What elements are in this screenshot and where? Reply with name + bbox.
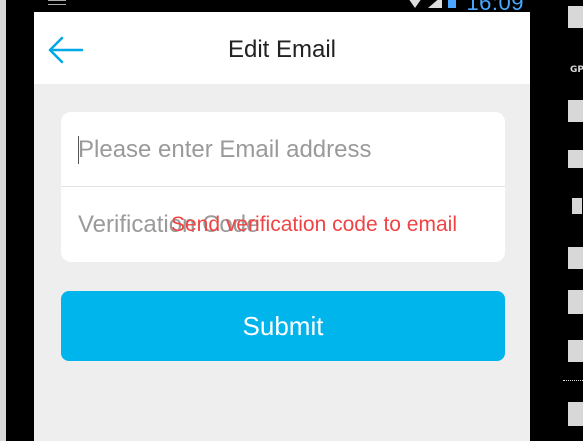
wifi-toggle-icon[interactable] — [568, 290, 583, 314]
app-header: Edit Email — [34, 12, 530, 84]
status-icons — [408, 0, 456, 8]
gps-label: GPS — [570, 65, 583, 75]
wifi-icon — [408, 0, 422, 8]
left-edge — [0, 0, 6, 441]
email-input[interactable] — [78, 134, 488, 166]
pause-icon[interactable] — [568, 247, 583, 269]
volume-down-icon[interactable] — [572, 198, 582, 214]
clipboard-icon[interactable] — [568, 150, 583, 168]
app-screen: 16:09 Edit Email Send verification code … — [34, 0, 530, 441]
submit-button[interactable]: Submit — [61, 291, 505, 361]
email-row — [61, 112, 505, 186]
battery-icon — [448, 0, 456, 8]
text-cursor — [78, 136, 79, 164]
page-title: Edit Email — [227, 36, 337, 63]
status-bar: 16:09 — [34, 0, 530, 15]
send-code-link[interactable]: Send verification code to email — [171, 213, 457, 237]
form-card: Send verification code to email — [61, 112, 505, 262]
camera-icon[interactable] — [568, 100, 583, 122]
signal-icon — [428, 0, 442, 8]
recent-apps-icon[interactable] — [568, 6, 583, 28]
system-nav-bar: GPS — [530, 0, 583, 441]
separator-dots — [563, 380, 583, 382]
settings-icon[interactable] — [568, 340, 583, 362]
menu-icon — [48, 0, 66, 5]
left-device-strip — [0, 0, 34, 441]
volume-icon[interactable] — [568, 402, 583, 426]
code-row: Send verification code to email — [61, 187, 505, 261]
